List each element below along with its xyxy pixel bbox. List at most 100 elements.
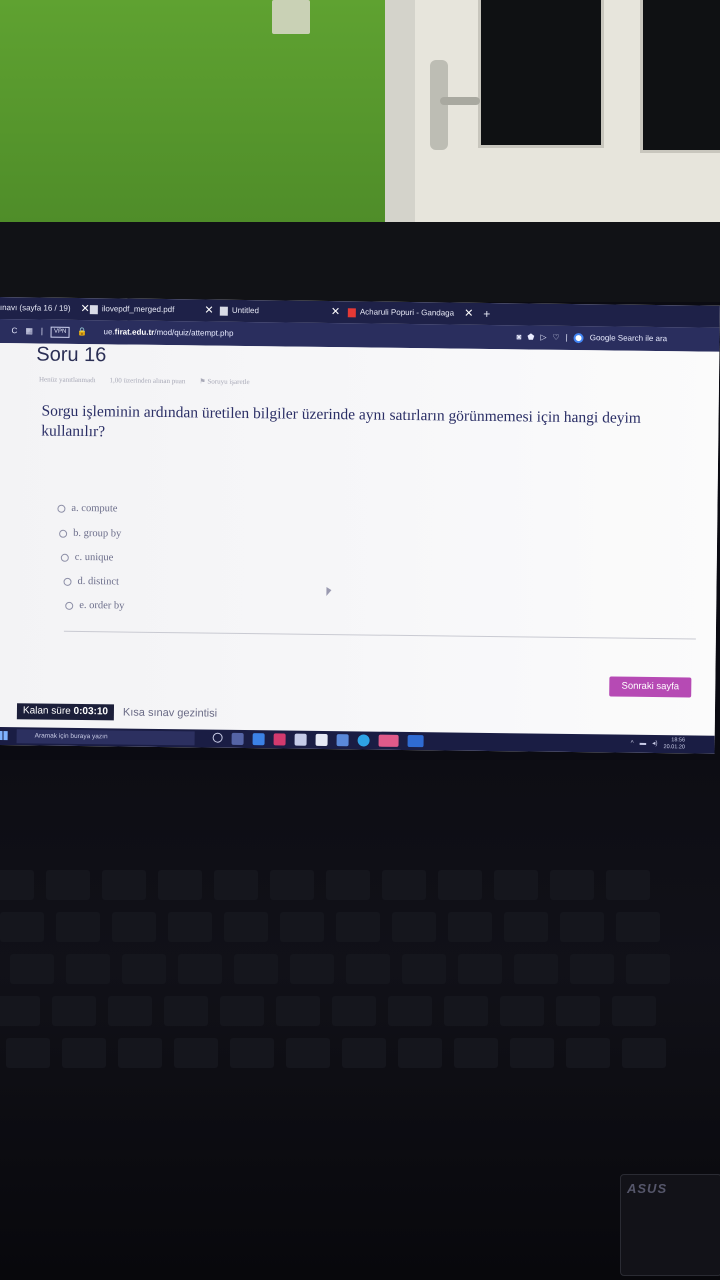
file-explorer-icon[interactable] — [294, 733, 307, 746]
key — [10, 954, 54, 984]
nav-controls: C ▦ | VPN 🔒 — [11, 319, 87, 344]
close-icon[interactable]: ✕ — [204, 299, 213, 321]
key — [230, 1038, 274, 1068]
lock-icon: 🔒 — [77, 326, 88, 337]
tab-quiz[interactable]: ınavı (sayfa 16 / 19) ✕ — [0, 297, 90, 320]
key — [342, 1038, 386, 1068]
store-icon[interactable] — [315, 733, 328, 747]
key — [276, 996, 320, 1026]
light-switch — [272, 0, 310, 34]
key — [612, 996, 656, 1026]
key — [52, 996, 96, 1026]
mail-icon[interactable] — [336, 734, 349, 747]
key — [102, 870, 146, 900]
browser-icon[interactable] — [252, 733, 265, 746]
network-icon[interactable]: ▬ — [640, 735, 647, 753]
key — [178, 954, 222, 984]
key — [494, 870, 538, 900]
key — [500, 996, 544, 1026]
option-e[interactable]: e. order by — [65, 599, 125, 612]
clock[interactable]: 18:56 20.01.20 — [663, 735, 686, 753]
option-c[interactable]: c. unique — [60, 551, 114, 564]
google-search-label[interactable]: Google Search ile ara — [590, 326, 668, 351]
key — [234, 954, 278, 984]
door-handle-lever — [440, 97, 480, 105]
separator: | — [40, 326, 44, 336]
taskbar-search-input[interactable]: Aramak için buraya yazın — [16, 729, 195, 746]
option-b[interactable]: b. group by — [59, 528, 121, 539]
key — [112, 912, 156, 942]
edge-icon[interactable] — [357, 734, 370, 747]
door-window-left — [478, 0, 604, 148]
close-icon[interactable]: ✕ — [331, 301, 340, 323]
option-d[interactable]: d. distinct — [63, 575, 120, 588]
new-tab-button[interactable]: + — [483, 303, 490, 325]
tab-pdf[interactable]: ilovepdf_merged.pdf ✕ — [89, 298, 214, 322]
key — [118, 1038, 162, 1068]
option-label: c. unique — [74, 551, 114, 564]
close-icon[interactable]: ✕ — [80, 298, 89, 320]
url-field[interactable]: ue.firat.edu.tr/mod/quiz/attempt.php — [103, 320, 234, 346]
camera-icon[interactable]: ◙ — [516, 325, 521, 349]
radio-button[interactable] — [59, 529, 68, 538]
answer-status: Henüz yanıtlanmadı — [38, 375, 96, 385]
radio-button[interactable] — [65, 601, 74, 610]
volume-icon[interactable]: ◂) — [652, 735, 658, 753]
key-row — [0, 870, 710, 900]
quiz-page: Soru 16 Henüz yanıtlanmadı 1,00 üzerinde… — [0, 342, 720, 740]
key — [382, 870, 426, 900]
key — [402, 954, 446, 984]
laptop-keyboard — [0, 760, 720, 1280]
url-domain: firat.edu.tr — [114, 327, 155, 337]
active-browser-icon[interactable] — [378, 734, 399, 747]
tab-music[interactable]: Acharuli Popuri - Gandaga ✕ + — [347, 301, 491, 325]
cortana-icon[interactable] — [212, 732, 223, 743]
close-icon[interactable]: ✕ — [464, 303, 473, 325]
task-view-icon[interactable] — [231, 732, 244, 746]
radio-button[interactable] — [60, 553, 69, 562]
url-path: /mod/quiz/attempt.php — [154, 327, 234, 338]
key — [448, 912, 492, 942]
heart-icon[interactable]: ♡ — [552, 326, 559, 350]
key — [444, 996, 488, 1026]
key-row — [10, 954, 720, 984]
radio-button[interactable] — [63, 577, 72, 586]
asus-logo: ASUS — [627, 1181, 668, 1196]
key — [56, 912, 100, 942]
key — [0, 996, 40, 1026]
key — [510, 1038, 554, 1068]
option-label: e. order by — [79, 599, 125, 612]
mouse-cursor-icon — [326, 587, 332, 597]
key — [332, 996, 376, 1026]
tab-untitled[interactable]: Untitled ✕ — [219, 300, 341, 323]
opera-icon[interactable] — [273, 733, 286, 746]
next-page-button[interactable]: Sonraki sayfa — [609, 676, 692, 698]
key — [560, 912, 604, 942]
key — [286, 1038, 330, 1068]
timer-value: 0:03:10 — [73, 705, 109, 718]
radio-button[interactable] — [57, 504, 66, 513]
vpn-badge[interactable]: VPN — [50, 326, 70, 338]
play-icon[interactable]: ▷ — [540, 326, 546, 350]
key — [108, 996, 152, 1026]
reload-icon[interactable]: C — [11, 319, 18, 343]
url-prefix: ue. — [103, 327, 115, 337]
option-label: d. distinct — [77, 575, 120, 588]
word-icon[interactable] — [407, 735, 424, 748]
taskbar-apps — [212, 732, 424, 748]
laptop-screen: ınavı (sayfa 16 / 19) ✕ ilovepdf_merged.… — [0, 297, 720, 754]
tray-chevron-icon[interactable]: ^ — [630, 735, 634, 753]
document-icon — [89, 304, 98, 314]
apps-grid-icon[interactable]: ▦ — [25, 319, 33, 343]
quiz-navigation-link[interactable]: Kısa sınav gezintisi — [123, 705, 217, 722]
asus-sticker: ASUS — [620, 1174, 720, 1276]
windows-start-icon[interactable] — [0, 731, 8, 741]
system-tray: ^ ▬ ◂) 18:56 20.01.20 — [630, 735, 686, 754]
key — [174, 1038, 218, 1068]
key — [336, 912, 380, 942]
separator: | — [565, 332, 568, 342]
flag-question-link[interactable]: ⚑ Soruyu işaretle — [199, 377, 249, 386]
key — [122, 954, 166, 984]
shield-icon[interactable]: ⬟ — [527, 325, 534, 349]
option-a[interactable]: a. compute — [57, 503, 118, 514]
